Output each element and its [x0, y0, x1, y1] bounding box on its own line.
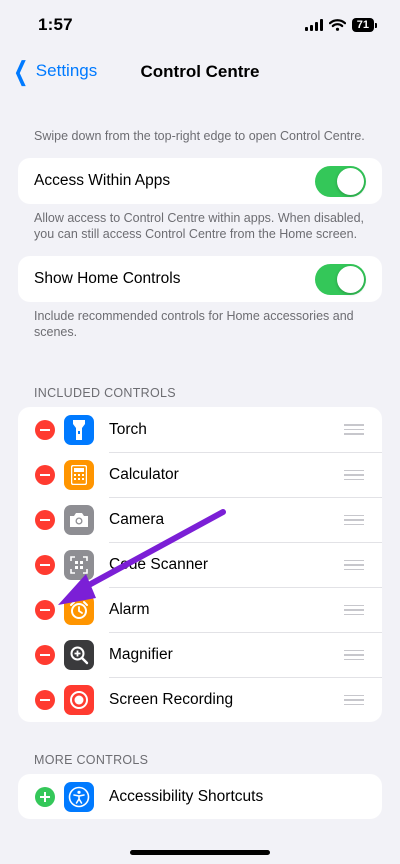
- control-label: Accessibility Shortcuts: [109, 787, 264, 805]
- list-item[interactable]: Screen Recording: [18, 677, 382, 722]
- list-item[interactable]: Camera: [18, 497, 382, 542]
- list-item[interactable]: Accessibility Shortcuts: [18, 774, 382, 819]
- control-row-content: Torch: [109, 407, 382, 452]
- list-item[interactable]: Magnifier: [18, 632, 382, 677]
- control-label: Calculator: [109, 466, 179, 483]
- access-within-apps-row: Access Within Apps: [18, 158, 382, 204]
- magnifier-icon: [64, 639, 94, 670]
- included-controls-list: Torch Calculator Camera Code Scanner Ala…: [18, 407, 382, 722]
- control-row-content: Accessibility Shortcuts: [109, 774, 382, 819]
- chevron-left-icon: ❮: [13, 56, 29, 86]
- status-time: 1:57: [38, 15, 73, 34]
- torch-icon: [64, 414, 94, 445]
- remove-button[interactable]: [35, 689, 55, 710]
- remove-button[interactable]: [35, 599, 55, 620]
- reorder-handle-icon[interactable]: [344, 649, 364, 661]
- settings-content: Swipe down from the top-right edge to op…: [0, 94, 400, 819]
- remove-button[interactable]: [35, 644, 55, 665]
- intro-description: Swipe down from the top-right edge to op…: [34, 129, 365, 143]
- alarm-icon: [64, 594, 94, 625]
- list-item[interactable]: Torch: [18, 407, 382, 452]
- status-icons: 71: [304, 18, 378, 32]
- reorder-handle-icon[interactable]: [344, 694, 364, 706]
- calculator-icon: [64, 459, 94, 490]
- control-row-content: Screen Recording: [109, 677, 382, 722]
- list-item[interactable]: Alarm: [18, 587, 382, 632]
- remove-button[interactable]: [35, 419, 55, 440]
- control-row-content: Calculator: [109, 452, 382, 497]
- control-label: Magnifier: [109, 646, 173, 663]
- toggle-label: Access Within Apps: [34, 172, 171, 189]
- camera-icon: [64, 504, 94, 535]
- list-item[interactable]: Calculator: [18, 452, 382, 497]
- control-row-content: Magnifier: [109, 632, 382, 677]
- show-home-controls-row: Show Home Controls: [18, 256, 382, 302]
- accessibility-icon: [64, 781, 94, 812]
- back-label: Settings: [35, 61, 98, 80]
- reorder-handle-icon[interactable]: [344, 559, 364, 571]
- show-home-controls-description: Include recommended controls for Home ac…: [34, 309, 354, 339]
- cellular-signal-icon: [304, 19, 323, 31]
- more-controls-list: Accessibility Shortcuts: [18, 774, 382, 819]
- toggle-label: Show Home Controls: [34, 270, 181, 287]
- qr-code-icon: [64, 549, 94, 580]
- list-item[interactable]: Code Scanner: [18, 542, 382, 587]
- control-label: Alarm: [109, 601, 150, 618]
- reorder-handle-icon[interactable]: [344, 424, 364, 435]
- navigation-bar: ❮ Settings Control Centre: [0, 50, 400, 94]
- included-controls-header: INCLUDED CONTROLS: [34, 386, 176, 400]
- show-home-controls-group: Show Home Controls: [18, 256, 382, 302]
- access-within-apps-description: Allow access to Control Centre within ap…: [34, 211, 365, 241]
- home-indicator[interactable]: [130, 850, 270, 855]
- control-label: Screen Recording: [109, 691, 234, 708]
- battery-indicator: 71: [351, 18, 378, 32]
- control-row-content: Alarm: [109, 587, 382, 632]
- control-label: Torch: [109, 420, 147, 438]
- control-row-content: Code Scanner: [109, 542, 382, 587]
- remove-button[interactable]: [35, 554, 55, 575]
- control-label: Code Scanner: [109, 556, 209, 573]
- control-row-content: Camera: [109, 497, 382, 542]
- wifi-icon: [328, 19, 346, 31]
- status-bar: 1:57 71: [0, 0, 400, 50]
- access-within-apps-group: Access Within Apps: [18, 158, 382, 204]
- show-home-controls-switch[interactable]: [315, 263, 366, 295]
- more-controls-header: MORE CONTROLS: [34, 753, 149, 767]
- remove-button[interactable]: [35, 464, 55, 485]
- control-label: Camera: [109, 511, 165, 528]
- reorder-handle-icon[interactable]: [344, 469, 364, 481]
- record-icon: [64, 684, 94, 715]
- reorder-handle-icon[interactable]: [344, 514, 364, 526]
- add-button[interactable]: [35, 786, 55, 807]
- remove-button[interactable]: [35, 509, 55, 530]
- access-within-apps-switch[interactable]: [315, 165, 366, 197]
- back-button[interactable]: ❮ Settings: [10, 56, 98, 86]
- reorder-handle-icon[interactable]: [344, 604, 364, 616]
